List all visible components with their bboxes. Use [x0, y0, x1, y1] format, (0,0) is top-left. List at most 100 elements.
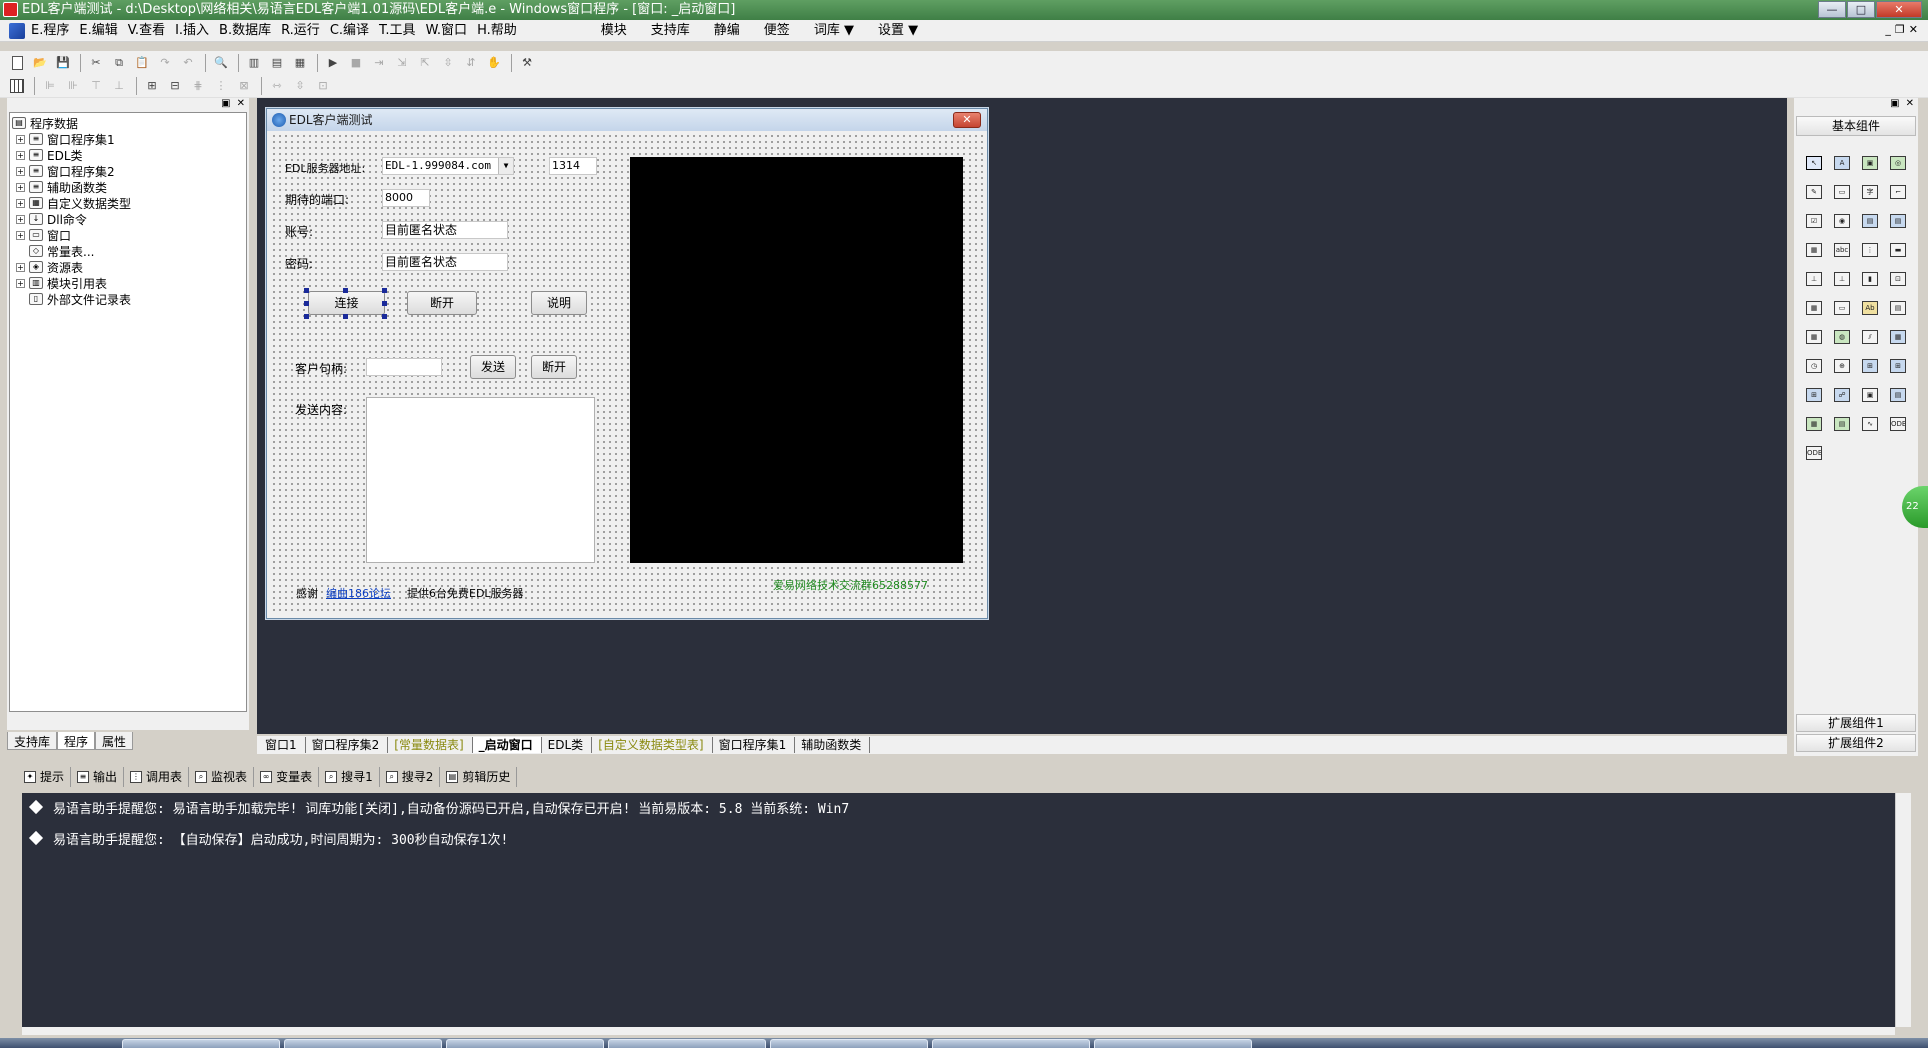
expand-icon[interactable]: +	[16, 134, 25, 144]
selection-handle[interactable]	[343, 288, 348, 293]
extended-components-2-tab[interactable]: 扩展组件2	[1796, 734, 1916, 752]
panel-close-icon[interactable]: ✕	[1906, 98, 1914, 110]
mdi-minimize-button[interactable]: _	[1885, 23, 1891, 36]
menu-static-compile[interactable]: 静编	[702, 20, 752, 42]
server-port-field[interactable]: 1314	[549, 157, 597, 175]
taskbar-item[interactable]	[446, 1039, 604, 1048]
run-icon[interactable]: ▶	[324, 54, 342, 72]
mdi-close-button[interactable]: ✕	[1909, 23, 1918, 36]
expand-icon[interactable]: +	[16, 166, 25, 176]
menu-run[interactable]: R.运行	[279, 20, 328, 42]
undo-icon[interactable]: ↶	[179, 54, 197, 72]
disconnect-button[interactable]: 断开	[407, 291, 477, 315]
tree-item[interactable]: + ▥ 模块引用表	[12, 275, 246, 291]
component-tool-icon[interactable]: ⊡	[1884, 264, 1912, 293]
expand-icon[interactable]: +	[16, 150, 25, 160]
expand-icon[interactable]: +	[16, 230, 25, 240]
tab-hint[interactable]: ✦ 提示	[18, 767, 72, 787]
grid-icon[interactable]	[8, 77, 26, 95]
tab-custom-types[interactable]: [自定义数据类型表]	[592, 737, 713, 753]
display-picture-box[interactable]	[630, 157, 963, 563]
align-bottom-icon[interactable]: ⊥	[110, 77, 128, 95]
system-menu-icon[interactable]	[9, 22, 25, 39]
cut-icon[interactable]: ✂	[87, 54, 105, 72]
tab-clip-history[interactable]: ▤ 剪辑历史	[440, 767, 518, 787]
tree-item[interactable]: + ↓ Dll命令	[12, 211, 246, 227]
panel-pin-icon[interactable]: ▣	[221, 98, 230, 110]
space-h-icon[interactable]: ⋕	[189, 77, 207, 95]
extended-components-1-tab[interactable]: 扩展组件1	[1796, 714, 1916, 732]
output-vertical-scrollbar[interactable]	[1895, 793, 1911, 1027]
same-size-icon[interactable]: ⊠	[235, 77, 253, 95]
connect-button[interactable]: 连接	[308, 291, 385, 315]
component-tool-icon[interactable]: ODBC	[1800, 438, 1828, 467]
design-window-close-button[interactable]: ✕	[953, 112, 981, 128]
disconnect-client-button[interactable]: 断开	[531, 355, 577, 379]
component-tool-icon[interactable]: Ab	[1856, 293, 1884, 322]
component-tool-icon[interactable]: ⊞	[1800, 380, 1828, 409]
paste-icon[interactable]: 📋	[133, 54, 151, 72]
port-field[interactable]: 8000	[382, 189, 430, 207]
selection-handle[interactable]	[304, 288, 309, 293]
tree-item[interactable]: + ≡ 窗口程序集1	[12, 131, 246, 147]
component-tool-icon[interactable]: ▤	[1828, 409, 1856, 438]
form-canvas[interactable]: EDL服务器地址: EDL-1.999084.com ▼ 1314 期待的端口:…	[271, 133, 983, 615]
step-5-icon[interactable]: ⇵	[462, 54, 480, 72]
component-tool-icon[interactable]: abc	[1828, 235, 1856, 264]
layout-1-icon[interactable]: ▥	[245, 54, 263, 72]
save-icon[interactable]: 💾	[54, 54, 72, 72]
client-handle-field[interactable]	[366, 358, 442, 376]
same-both-icon[interactable]: ⊡	[314, 77, 332, 95]
component-tool-icon[interactable]: ⋮	[1856, 235, 1884, 264]
component-tool-icon[interactable]: ⊞	[1884, 351, 1912, 380]
component-tool-icon[interactable]: ▦	[1884, 322, 1912, 351]
center-h-icon[interactable]: ⊞	[143, 77, 161, 95]
mdi-restore-button[interactable]: ❐	[1895, 23, 1905, 36]
menu-tools[interactable]: T.工具	[377, 20, 424, 42]
menu-notes[interactable]: 便签	[752, 20, 802, 42]
align-left-icon[interactable]: ⊫	[41, 77, 59, 95]
tree-item[interactable]: + ▭ 窗口	[12, 227, 246, 243]
component-tool-icon[interactable]: ✎	[1800, 177, 1828, 206]
expand-icon[interactable]: +	[16, 262, 25, 272]
expand-icon[interactable]: +	[16, 278, 25, 288]
step-2-icon[interactable]: ⇲	[393, 54, 411, 72]
expand-icon[interactable]: +	[16, 182, 25, 192]
component-tool-icon[interactable]: ⊥	[1800, 264, 1828, 293]
component-tool-icon[interactable]: ▤	[1884, 380, 1912, 409]
component-tool-icon[interactable]: 字	[1856, 177, 1884, 206]
find-icon[interactable]: 🔍	[212, 54, 230, 72]
account-field[interactable]: 目前匿名状态	[382, 221, 508, 239]
maximize-button[interactable]: □	[1847, 1, 1875, 18]
chevron-down-icon[interactable]: ▼	[498, 158, 513, 174]
tree-item[interactable]: + ◈ 资源表	[12, 259, 246, 275]
component-tool-icon[interactable]: ⊕	[1828, 351, 1856, 380]
tab-module2[interactable]: 窗口程序集2	[306, 737, 389, 753]
minimize-button[interactable]: —	[1818, 1, 1846, 18]
component-tool-icon[interactable]: ↖	[1800, 148, 1828, 177]
tab-module1[interactable]: 窗口程序集1	[713, 737, 796, 753]
tree-item[interactable]: + ≡ 窗口程序集2	[12, 163, 246, 179]
tab-variables[interactable]: ∞ 变量表	[254, 767, 320, 787]
component-tool-icon[interactable]: ▭	[1828, 293, 1856, 322]
password-field[interactable]: 目前匿名状态	[382, 253, 508, 271]
tab-output[interactable]: ≡ 输出	[71, 767, 125, 787]
menu-edit[interactable]: E.编辑	[77, 20, 125, 42]
hand-icon[interactable]: ✋	[485, 54, 503, 72]
component-tool-icon[interactable]: ▤	[1884, 206, 1912, 235]
component-tool-icon[interactable]: ◎	[1884, 148, 1912, 177]
tab-search1[interactable]: ⌕ 搜寻1	[319, 767, 380, 787]
stop-icon[interactable]: ■	[347, 54, 365, 72]
copy-icon[interactable]: ⧉	[110, 54, 128, 72]
basic-components-header[interactable]: 基本组件	[1796, 116, 1916, 136]
tree-item[interactable]: + ≡ EDL类	[12, 147, 246, 163]
component-tool-icon[interactable]: ▤	[1856, 206, 1884, 235]
menu-lexicon[interactable]: 词库 ▼	[802, 20, 866, 42]
menu-help[interactable]: H.帮助	[475, 20, 525, 42]
panel-close-icon[interactable]: ✕	[237, 98, 245, 110]
new-file-icon[interactable]	[8, 54, 26, 72]
tab-helper-class[interactable]: 辅助函数类	[795, 737, 871, 753]
component-tool-icon[interactable]: ▬	[1884, 235, 1912, 264]
component-tool-icon[interactable]: ▤	[1884, 293, 1912, 322]
component-tool-icon[interactable]: ODBC	[1884, 409, 1912, 438]
